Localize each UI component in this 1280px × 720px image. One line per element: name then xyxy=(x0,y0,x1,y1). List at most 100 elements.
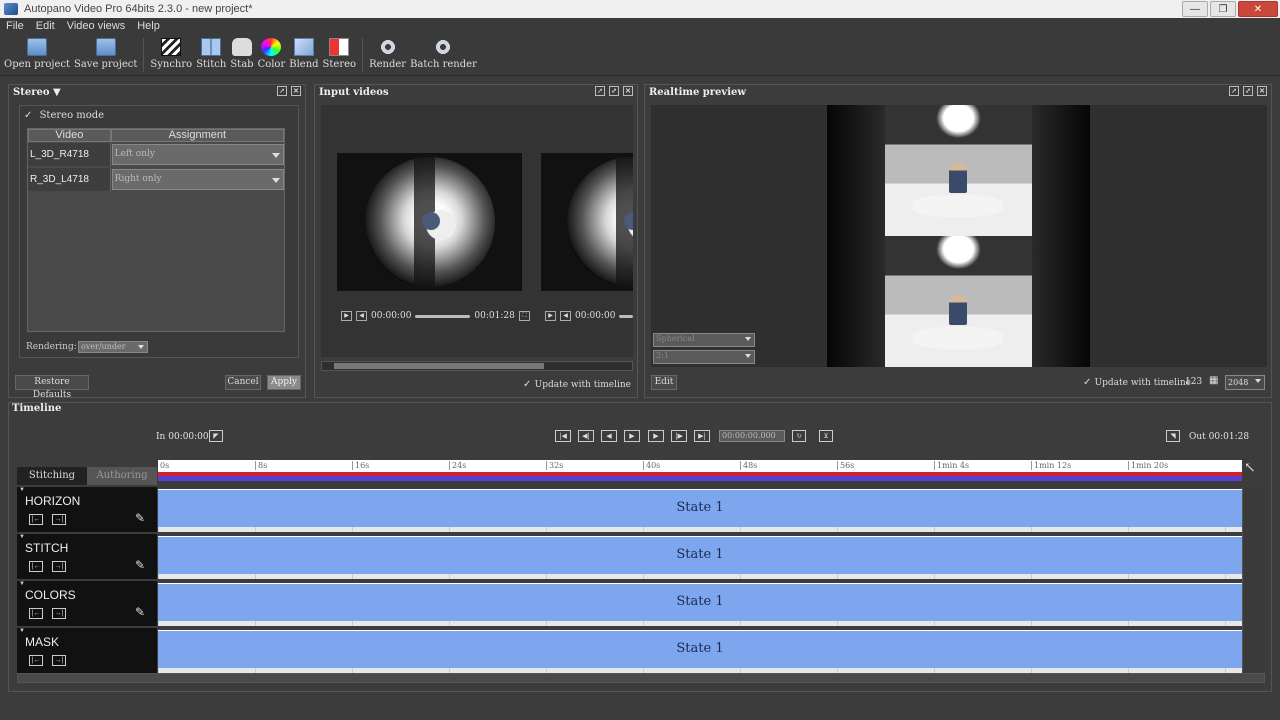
state-block[interactable]: State 1 xyxy=(158,583,1242,621)
rendering-select[interactable]: over/under xyxy=(78,341,148,353)
open-project-button[interactable]: Open project xyxy=(2,34,72,70)
restore-button[interactable]: ❐ xyxy=(1210,1,1236,17)
video-2-seek-bar[interactable] xyxy=(619,314,633,318)
next-state-icon[interactable]: →| xyxy=(52,655,66,666)
collapse-icon[interactable]: ▼ xyxy=(19,628,25,634)
prev-state-icon[interactable]: |← xyxy=(29,514,43,525)
cancel-button[interactable]: Cancel xyxy=(225,375,261,390)
wrench-icon[interactable]: ✎ xyxy=(135,558,145,572)
prev-state-icon[interactable]: |← xyxy=(29,608,43,619)
render-button[interactable]: Render xyxy=(367,34,408,70)
save-project-button[interactable]: Save project xyxy=(72,34,139,70)
menu-file[interactable]: File xyxy=(0,20,30,32)
preview-area: Spherical 2:1 xyxy=(651,105,1267,367)
wrench-icon[interactable]: ✎ xyxy=(135,511,145,525)
column-header-video[interactable]: Video xyxy=(28,129,111,142)
time-ruler[interactable]: 0s 8s 16s 24s 32s 40s 48s 56s 1min 4s 1m… xyxy=(158,460,1242,472)
step-forward-icon[interactable]: ▶ xyxy=(648,430,664,442)
column-header-assignment[interactable]: Assignment xyxy=(110,129,284,142)
scrollbar-thumb[interactable] xyxy=(334,363,544,369)
color-button[interactable]: Color xyxy=(256,34,288,70)
projection-select[interactable]: Spherical xyxy=(653,333,755,347)
popout-icon[interactable]: ↗ xyxy=(1229,86,1239,96)
stereo-panel-header: Stereo ▼ ↗ ✕ xyxy=(9,85,305,99)
wrench-icon[interactable]: ✎ xyxy=(135,605,145,619)
stereo-mode-checkbox[interactable]: ✓ Stereo mode xyxy=(24,110,104,121)
tab-authoring[interactable]: Authoring xyxy=(87,467,157,485)
maximize-icon[interactable]: ⤢ xyxy=(609,86,619,96)
fullscreen-icon[interactable]: ⛶ xyxy=(518,311,530,321)
update-with-timeline-checkbox[interactable]: ✓ Update with timeline xyxy=(523,379,631,390)
timecode-input[interactable]: 00:00:00.000 xyxy=(719,430,785,442)
input-video-2[interactable] xyxy=(541,153,633,291)
timeline-horizontal-scrollbar[interactable] xyxy=(17,673,1265,683)
stab-button[interactable]: Stab xyxy=(228,34,255,70)
table-row[interactable]: R_3D_L4718 Right only xyxy=(28,167,284,192)
collapse-icon[interactable]: ▼ xyxy=(19,487,25,493)
state-block[interactable]: State 1 xyxy=(158,630,1242,668)
restore-defaults-button[interactable]: Restore Defaults xyxy=(15,375,89,400)
maximize-icon[interactable]: ⤢ xyxy=(1243,86,1253,96)
batch-render-button[interactable]: Batch render xyxy=(408,34,479,70)
stitch-icon xyxy=(201,38,222,56)
prev-key-icon[interactable]: ◀| xyxy=(578,430,594,442)
horizontal-scrollbar[interactable] xyxy=(321,361,633,371)
play-icon[interactable]: ▶ xyxy=(341,311,352,321)
next-state-icon[interactable]: →| xyxy=(52,561,66,572)
popout-icon[interactable]: ↗ xyxy=(595,86,605,96)
step-back-icon[interactable]: ◀ xyxy=(601,430,617,442)
prev-state-icon[interactable]: |← xyxy=(29,655,43,666)
synchro-button[interactable]: Synchro xyxy=(148,34,194,70)
play-icon[interactable]: ▶ xyxy=(624,430,640,442)
apply-button[interactable]: Apply xyxy=(267,375,301,390)
resolution-select[interactable]: 2048 xyxy=(1225,375,1265,390)
preview-image[interactable] xyxy=(827,105,1090,367)
minimize-button[interactable]: — xyxy=(1182,1,1208,17)
input-video-1[interactable] xyxy=(337,153,522,291)
assignment-select[interactable]: Right only xyxy=(111,169,284,190)
next-state-icon[interactable]: →| xyxy=(52,608,66,619)
state-block[interactable]: State 1 xyxy=(158,536,1242,574)
stereo-button[interactable]: Stereo xyxy=(321,34,359,70)
grid-icon[interactable]: ▦ xyxy=(1209,375,1218,386)
selection-range-bar[interactable] xyxy=(158,476,1242,481)
next-key-icon[interactable]: |▶ xyxy=(671,430,687,442)
collapse-icon[interactable]: ▼ xyxy=(19,534,25,540)
stereo-panel-title[interactable]: Stereo ▼ xyxy=(13,87,61,98)
prev-state-icon[interactable]: |← xyxy=(29,561,43,572)
set-out-icon[interactable]: ◥ xyxy=(1166,430,1180,442)
set-in-icon[interactable]: ◤ xyxy=(209,430,223,442)
menu-help[interactable]: Help xyxy=(131,20,166,32)
ratio-select[interactable]: 2:1 xyxy=(653,350,755,364)
close-icon[interactable]: ✕ xyxy=(291,86,301,96)
ruler-label: 40s xyxy=(643,461,660,470)
edit-button[interactable]: Edit xyxy=(651,375,677,390)
assignment-select[interactable]: Left only xyxy=(111,144,284,165)
menu-video-views[interactable]: Video views xyxy=(61,20,132,32)
close-icon[interactable]: ✕ xyxy=(623,86,633,96)
popout-icon[interactable]: ↗ xyxy=(277,86,287,96)
vertical-scrollbar[interactable] xyxy=(1242,487,1266,671)
preview-count: 123 xyxy=(1185,377,1203,387)
collapse-icon[interactable]: ▼ xyxy=(19,581,25,587)
video-1-seek-bar[interactable] xyxy=(415,314,471,318)
gear-icon xyxy=(377,38,398,56)
stitch-button[interactable]: Stitch xyxy=(194,34,228,70)
input-videos-title: Input videos xyxy=(319,86,389,98)
marker-icon[interactable]: ⊻ xyxy=(819,430,833,442)
volume-icon[interactable]: ◀ xyxy=(356,311,367,321)
go-end-icon[interactable]: ▶| xyxy=(694,430,710,442)
next-state-icon[interactable]: →| xyxy=(52,514,66,525)
preview-update-checkbox[interactable]: ✓ Update with timeline xyxy=(1083,377,1191,388)
volume-icon[interactable]: ◀ xyxy=(560,311,571,321)
close-icon[interactable]: ✕ xyxy=(1257,86,1267,96)
menu-edit[interactable]: Edit xyxy=(30,20,61,32)
tab-stitching[interactable]: Stitching xyxy=(17,467,87,485)
go-start-icon[interactable]: |◀ xyxy=(555,430,571,442)
table-row[interactable]: L_3D_R4718 Left only xyxy=(28,142,284,167)
blend-button[interactable]: Blend xyxy=(287,34,320,70)
play-icon[interactable]: ▶ xyxy=(545,311,556,321)
loop-icon[interactable]: ↻ xyxy=(792,430,806,442)
state-block[interactable]: State 1 xyxy=(158,489,1242,527)
close-button[interactable]: ✕ xyxy=(1238,1,1278,17)
